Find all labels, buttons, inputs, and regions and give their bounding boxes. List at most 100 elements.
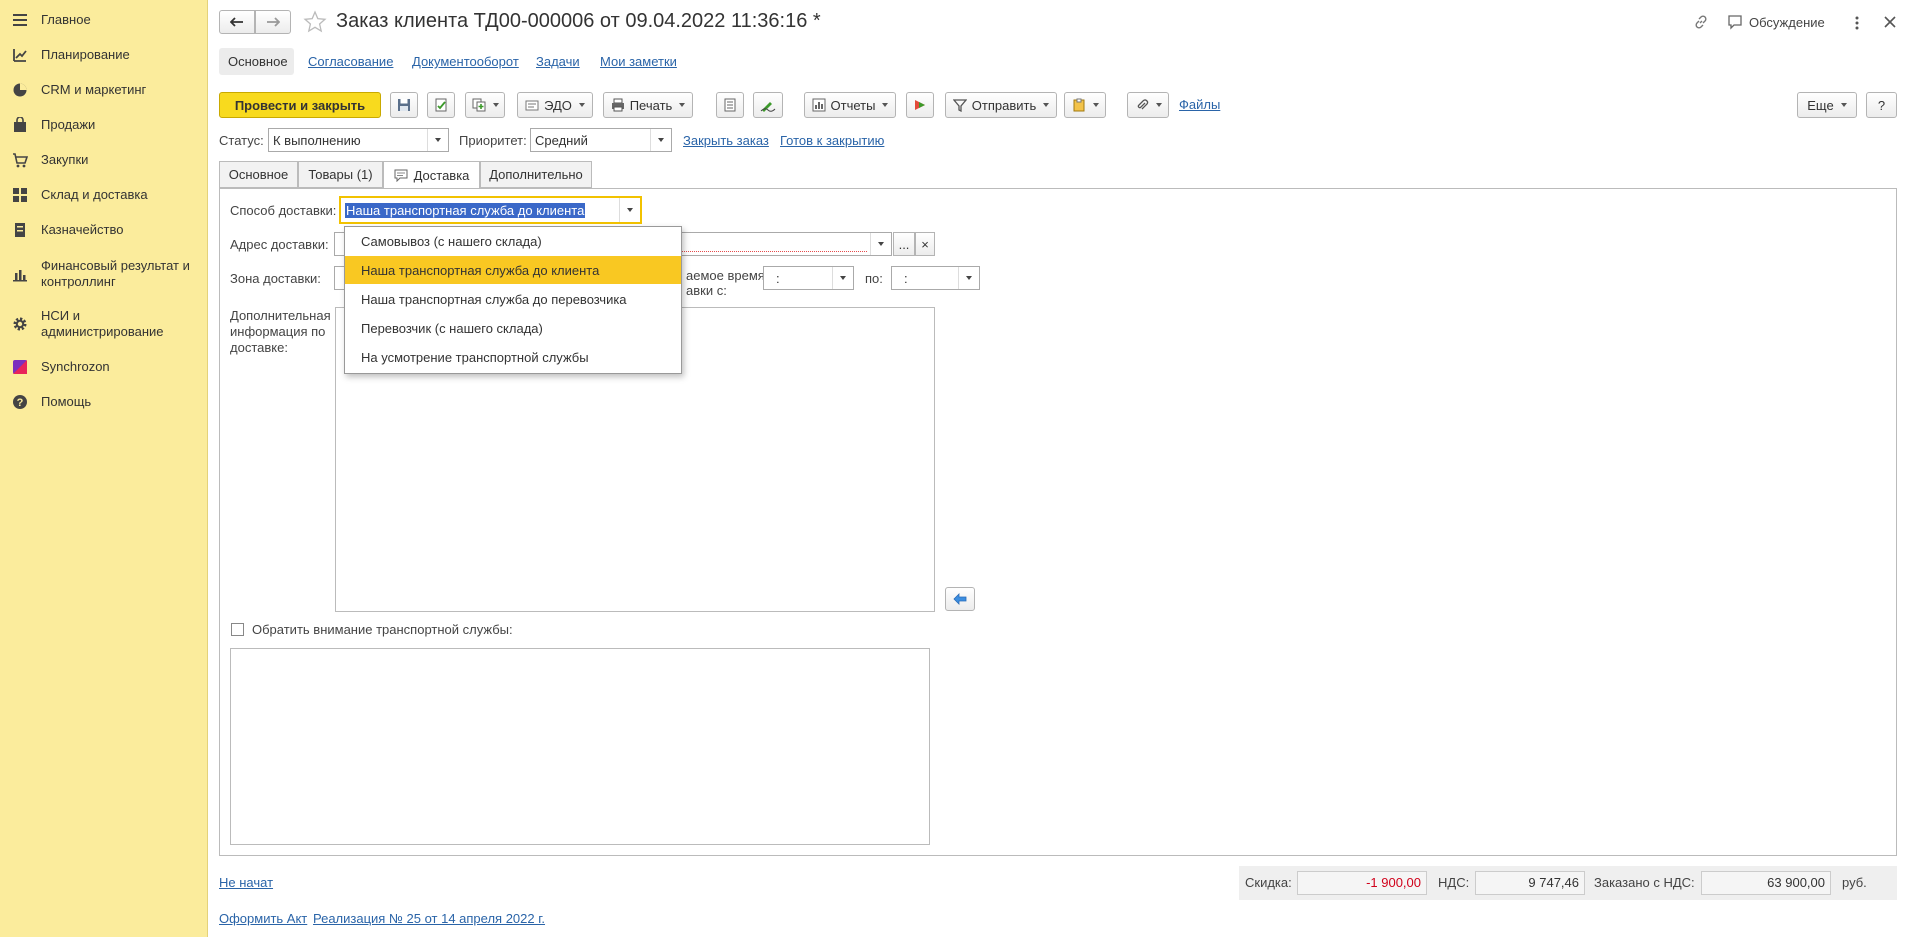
priority-value: Средний: [535, 132, 588, 148]
chevron-down-icon[interactable]: [427, 129, 448, 151]
cart-icon: [13, 153, 28, 168]
more-button[interactable]: Еще: [1797, 92, 1857, 118]
forward-button[interactable]: [255, 10, 291, 34]
address-select-button[interactable]: ...: [893, 232, 915, 256]
page-title: Заказ клиента ТД00-000006 от 09.04.2022 …: [336, 10, 821, 32]
tab-label: Дополнительно: [489, 167, 583, 182]
subnav-item-tasks[interactable]: Задачи: [536, 54, 580, 69]
back-button[interactable]: [219, 10, 255, 34]
sidebar-item-label: Synchrozon: [41, 359, 110, 374]
tab-additional[interactable]: Дополнительно: [480, 161, 592, 188]
send-button[interactable]: Отправить: [945, 92, 1057, 118]
send-label: Отправить: [971, 97, 1037, 113]
chevron-down-icon[interactable]: [650, 129, 671, 151]
delivery-method-value: Наша транспортная служба до клиента: [345, 202, 586, 218]
menu-icon: [13, 14, 27, 26]
delivery-method-select[interactable]: Наша транспортная служба до клиента: [339, 196, 642, 224]
report-icon: [812, 98, 826, 112]
star-icon[interactable]: [303, 10, 327, 34]
post-document-icon: [435, 98, 447, 112]
chevron-down-icon[interactable]: [870, 233, 891, 255]
vat-value: 9 747,46: [1475, 871, 1585, 895]
more-label: Еще: [1807, 97, 1834, 113]
delivery-time-to-label: по:: [865, 271, 883, 286]
list-document-icon: [724, 98, 736, 112]
create-act-link[interactable]: Оформить Акт: [219, 911, 307, 926]
dropdown-option[interactable]: На усмотрение транспортной службы: [345, 343, 681, 371]
ready-to-close-link[interactable]: Готов к закрытию: [780, 133, 884, 148]
save-icon: [398, 99, 410, 111]
attention-label: Обратить внимание транспортной службы:: [252, 622, 513, 637]
sidebar: Главное Планирование CRM и маркетинг Про…: [0, 0, 208, 937]
dropdown-option[interactable]: Самовывоз (с нашего склада): [345, 227, 681, 255]
warehouse-icon: [13, 188, 27, 202]
subnav-item-notes[interactable]: Мои заметки: [600, 54, 677, 69]
chevron-down-icon[interactable]: [958, 267, 979, 289]
help-label: ?: [1877, 97, 1886, 113]
create-based-on-icon: [472, 98, 485, 112]
map-pick-button[interactable]: [945, 587, 975, 611]
link-icon[interactable]: [1693, 14, 1709, 30]
ordered-label: Заказано с НДС:: [1594, 875, 1695, 890]
chevron-down-icon[interactable]: [619, 198, 640, 222]
delivery-time-to-value: :: [904, 270, 908, 286]
document-list-button[interactable]: [716, 92, 744, 118]
arrow-left-blue-icon: [953, 593, 967, 605]
discussion-label: Обсуждение: [1749, 14, 1825, 30]
address-clear-button[interactable]: ×: [915, 232, 935, 256]
print-button[interactable]: Печать: [603, 92, 693, 118]
tab-goods[interactable]: Товары (1): [298, 161, 383, 188]
attention-checkbox[interactable]: [231, 623, 244, 636]
tab-delivery[interactable]: Доставка: [383, 161, 480, 189]
delivery-time-to-input[interactable]: :: [891, 266, 980, 290]
delivery-zone-label: Зона доставки:: [230, 271, 321, 286]
delivery-time-from-input[interactable]: :: [763, 266, 854, 290]
edo-label: ЭДО: [544, 97, 572, 113]
sidebar-item-label: Помощь: [41, 394, 92, 409]
state-link[interactable]: Не начат: [219, 875, 273, 890]
structure-icon: [915, 100, 925, 110]
pen-sign-icon: [760, 102, 776, 112]
attention-textarea[interactable]: [230, 648, 930, 845]
post-and-close-button[interactable]: Провести и закрыть: [219, 92, 381, 118]
dropdown-option-selected[interactable]: Наша транспортная служба до клиента: [345, 256, 681, 284]
help-button[interactable]: ?: [1866, 92, 1897, 118]
status-select[interactable]: К выполнению: [268, 128, 449, 152]
close-icon[interactable]: [1884, 16, 1896, 28]
close-order-link[interactable]: Закрыть заказ: [683, 133, 769, 148]
files-link[interactable]: Файлы: [1179, 97, 1220, 112]
priority-select[interactable]: Средний: [530, 128, 672, 152]
save-button[interactable]: [390, 92, 418, 118]
discussion-button[interactable]: Обсуждение: [1727, 14, 1825, 30]
subnav-item-main[interactable]: Основное: [228, 54, 288, 69]
tab-main[interactable]: Основное: [219, 161, 298, 188]
bag-icon: [14, 117, 26, 132]
print-label: Печать: [629, 97, 673, 113]
status-value: К выполнению: [273, 132, 361, 148]
delivery-method-label: Способ доставки:: [230, 203, 337, 218]
create-based-on-button[interactable]: [465, 92, 505, 118]
attachments-menu-button[interactable]: [1064, 92, 1106, 118]
edo-button[interactable]: ЭДО: [517, 92, 593, 118]
pie-chart-icon: [13, 83, 27, 97]
gear-icon: [13, 317, 27, 331]
more-vertical-icon[interactable]: [1854, 15, 1860, 31]
realization-link[interactable]: Реализация № 25 от 14 апреля 2022 г.: [313, 911, 545, 926]
chevron-down-icon[interactable]: [832, 267, 853, 289]
dropdown-option[interactable]: Наша транспортная служба до перевозчика: [345, 285, 681, 313]
tab-label: Основное: [228, 167, 289, 182]
delivery-address-label: Адрес доставки:: [230, 237, 329, 252]
related-documents-button[interactable]: [906, 92, 934, 118]
attach-file-button[interactable]: [1127, 92, 1169, 118]
status-label: Статус:: [219, 133, 264, 148]
synchrozon-logo-icon: [13, 360, 27, 374]
post-button[interactable]: [427, 92, 455, 118]
sign-button[interactable]: [753, 92, 783, 118]
subnav-item-docflow[interactable]: Документооборот: [412, 54, 519, 69]
reports-button[interactable]: Отчеты: [804, 92, 896, 118]
delivery-time-label-line2: авки с:: [686, 283, 727, 298]
priority-label: Приоритет:: [459, 133, 527, 148]
sidebar-item-label: Закупки: [41, 152, 89, 167]
dropdown-option[interactable]: Перевозчик (с нашего склада): [345, 314, 681, 342]
subnav-item-approval[interactable]: Согласование: [308, 54, 393, 69]
